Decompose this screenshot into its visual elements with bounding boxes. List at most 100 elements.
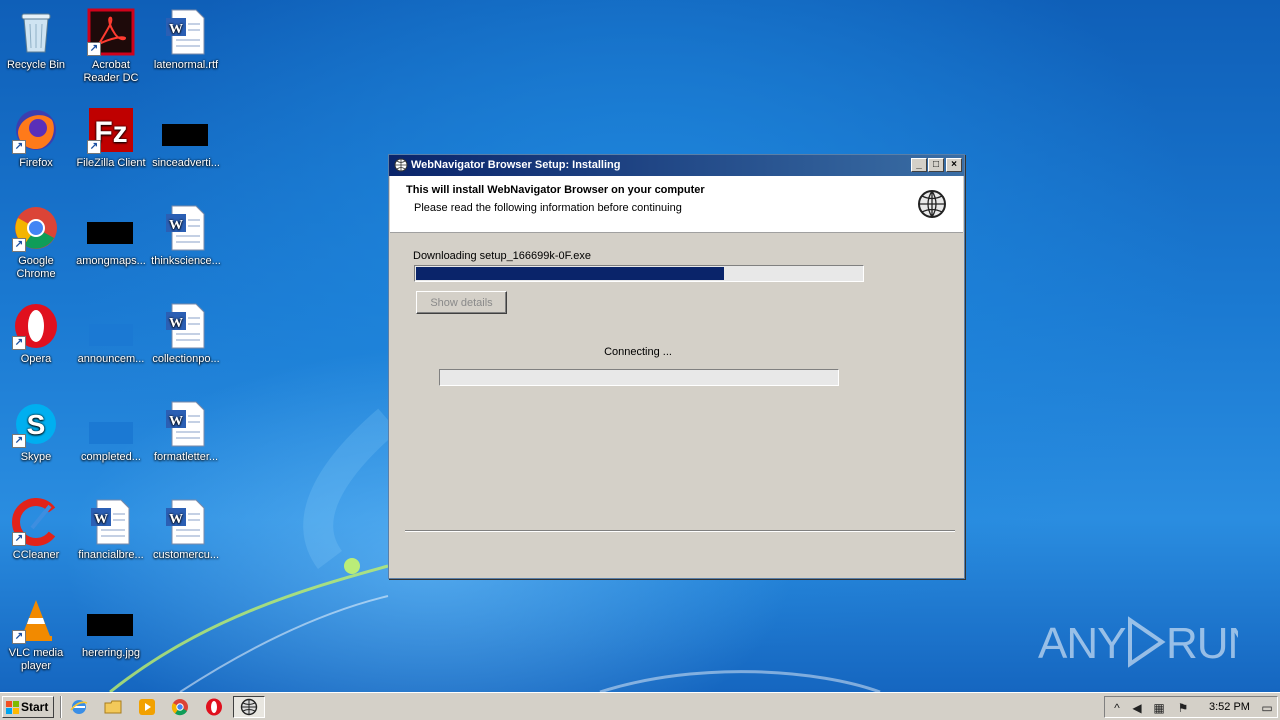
desktop-icon-label: formatletter... xyxy=(153,451,219,463)
desktop: Recycle Bin ↗ Firefox ↗ Google Chrome ↗ … xyxy=(0,0,1280,692)
opera-icon[interactable] xyxy=(205,698,223,716)
desktop-icon-chrome[interactable]: ↗ Google Chrome xyxy=(0,204,74,281)
redacted-thumbnail-icon xyxy=(87,204,135,252)
chrome-icon[interactable] xyxy=(171,698,189,716)
desktop-icon-label: financialbre... xyxy=(78,549,144,561)
desktop-icon-acrobat[interactable]: ↗ Acrobat Reader DC xyxy=(73,8,149,85)
svg-text:W: W xyxy=(169,414,183,429)
redacted-thumbnail-icon xyxy=(162,106,210,154)
filezilla-icon: Fz ↗ xyxy=(87,106,135,154)
window-titlebar[interactable]: WebNavigator Browser Setup: Installing _… xyxy=(389,155,964,176)
desktop-icon-formatletter[interactable]: W formatletter... xyxy=(148,400,224,464)
minimize-button[interactable]: _ xyxy=(911,158,927,172)
desktop-icon-label: VLC media player xyxy=(8,647,64,672)
download-status-label: Downloading setup_166699k-0F.exe xyxy=(413,250,591,262)
desktop-icon-recycle-bin[interactable]: Recycle Bin xyxy=(0,8,74,72)
acrobat-icon: ↗ xyxy=(87,8,135,56)
media-player-icon[interactable] xyxy=(138,698,156,716)
word-document-icon: W xyxy=(162,302,210,350)
desktop-icon-ccleaner[interactable]: ↗ CCleaner xyxy=(0,498,74,562)
desktop-icon-label: Google Chrome xyxy=(16,255,56,280)
svg-text:W: W xyxy=(169,218,183,233)
windows-logo-icon xyxy=(6,701,19,714)
desktop-icon-label: sinceadverti... xyxy=(152,157,220,169)
desktop-icon-label: FileZilla Client xyxy=(76,157,146,169)
opera-icon: ↗ xyxy=(12,302,60,350)
shortcut-arrow-icon: ↗ xyxy=(12,336,26,350)
shortcut-arrow-icon: ↗ xyxy=(12,630,26,644)
taskbar-divider xyxy=(60,696,62,718)
desktop-icon-customercu[interactable]: W customercu... xyxy=(148,498,224,562)
start-button[interactable]: Start xyxy=(2,696,54,718)
clock[interactable]: 3:52 PM xyxy=(1209,701,1250,713)
desktop-icon-label: amongmaps... xyxy=(76,255,146,267)
desktop-icon-thinkscience[interactable]: W thinkscience... xyxy=(148,204,224,268)
word-document-icon: W xyxy=(162,400,210,448)
file-explorer-icon[interactable] xyxy=(104,698,122,716)
setup-window: WebNavigator Browser Setup: Installing _… xyxy=(388,154,965,579)
show-desktop-icon[interactable]: ▭ xyxy=(1259,700,1275,716)
redacted-thumbnail-icon xyxy=(87,596,135,644)
shortcut-arrow-icon: ↗ xyxy=(87,42,101,56)
taskbar-item-webnavigator-setup[interactable] xyxy=(233,696,265,718)
svg-text:S: S xyxy=(27,409,46,440)
globe-icon xyxy=(240,698,258,716)
header-title: This will install WebNavigator Browser o… xyxy=(406,184,705,196)
desktop-icon-firefox[interactable]: ↗ Firefox xyxy=(0,106,74,170)
desktop-icon-skype[interactable]: S ↗ Skype xyxy=(0,400,74,464)
desktop-icon-vlc[interactable]: ↗ VLC media player xyxy=(0,596,74,673)
recycle-bin-icon xyxy=(12,8,60,56)
maximize-button[interactable]: □ xyxy=(928,158,944,172)
close-button[interactable]: × xyxy=(946,158,962,172)
header-subtitle: Please read the following information be… xyxy=(414,202,682,214)
globe-icon xyxy=(394,158,408,172)
shortcut-arrow-icon: ↗ xyxy=(87,140,101,154)
desktop-icon-label: Recycle Bin xyxy=(6,59,66,71)
firefox-icon: ↗ xyxy=(12,106,60,154)
desktop-icon-label: announcem... xyxy=(77,353,145,365)
desktop-icon-herering[interactable]: herering.jpg xyxy=(73,596,149,660)
desktop-icon-completed[interactable]: completed... xyxy=(73,400,149,464)
svg-text:ANY: ANY xyxy=(1038,619,1126,668)
internet-explorer-icon[interactable] xyxy=(70,698,88,716)
desktop-icon-collectionpo[interactable]: W collectionpo... xyxy=(148,302,224,366)
show-details-button[interactable]: Show details xyxy=(416,291,507,314)
desktop-icon-label: CCleaner xyxy=(12,549,60,561)
svg-text:W: W xyxy=(169,22,183,37)
desktop-icon-financialbre[interactable]: W financialbre... xyxy=(73,498,149,562)
blank-file-icon xyxy=(87,400,135,448)
system-tray: ^ ◀ ▦ ⚑ 3:52 PM ▭ xyxy=(1104,696,1278,718)
start-label: Start xyxy=(21,700,49,714)
shortcut-arrow-icon: ↗ xyxy=(12,140,26,154)
desktop-icon-filezilla[interactable]: Fz ↗ FileZilla Client xyxy=(73,106,149,170)
skype-icon: S ↗ xyxy=(12,400,60,448)
ccleaner-icon: ↗ xyxy=(12,498,60,546)
desktop-icon-label: thinkscience... xyxy=(151,255,221,267)
desktop-icon-sinceadverti[interactable]: sinceadverti... xyxy=(148,106,224,170)
download-progress-bar xyxy=(414,265,864,282)
chrome-icon: ↗ xyxy=(12,204,60,252)
show-hidden-icons-icon[interactable]: ^ xyxy=(1109,700,1125,716)
desktop-icon-amongmaps[interactable]: amongmaps... xyxy=(73,204,149,268)
word-document-icon: W xyxy=(162,498,210,546)
svg-text:RUN: RUN xyxy=(1166,619,1238,668)
watermark-logo: ANY RUN xyxy=(1038,610,1259,670)
desktop-icon-label: Acrobat Reader DC xyxy=(83,59,139,84)
play-logo-icon: ANY RUN xyxy=(1038,616,1259,668)
desktop-icon-announcem[interactable]: announcem... xyxy=(73,302,149,366)
desktop-icon-opera[interactable]: ↗ Opera xyxy=(0,302,74,366)
taskbar: Start ^ ◀ ▦ ⚑ 3:52 PM ▭ xyxy=(0,692,1280,720)
svg-text:W: W xyxy=(169,512,183,527)
desktop-icon-latenormal[interactable]: W latenormal.rtf xyxy=(148,8,224,72)
window-title: WebNavigator Browser Setup: Installing xyxy=(411,159,621,171)
download-progress-fill xyxy=(416,267,724,280)
desktop-icon-label: completed... xyxy=(81,451,141,463)
desktop-icon-label: collectionpo... xyxy=(152,353,220,365)
volume-icon[interactable]: ◀ xyxy=(1129,700,1145,716)
network-icon[interactable]: ▦ xyxy=(1151,700,1167,716)
desktop-icon-label: Skype xyxy=(20,451,52,463)
word-document-icon: W xyxy=(162,8,210,56)
divider xyxy=(405,530,955,532)
word-document-icon: W xyxy=(87,498,135,546)
action-center-flag-icon[interactable]: ⚑ xyxy=(1175,700,1191,716)
